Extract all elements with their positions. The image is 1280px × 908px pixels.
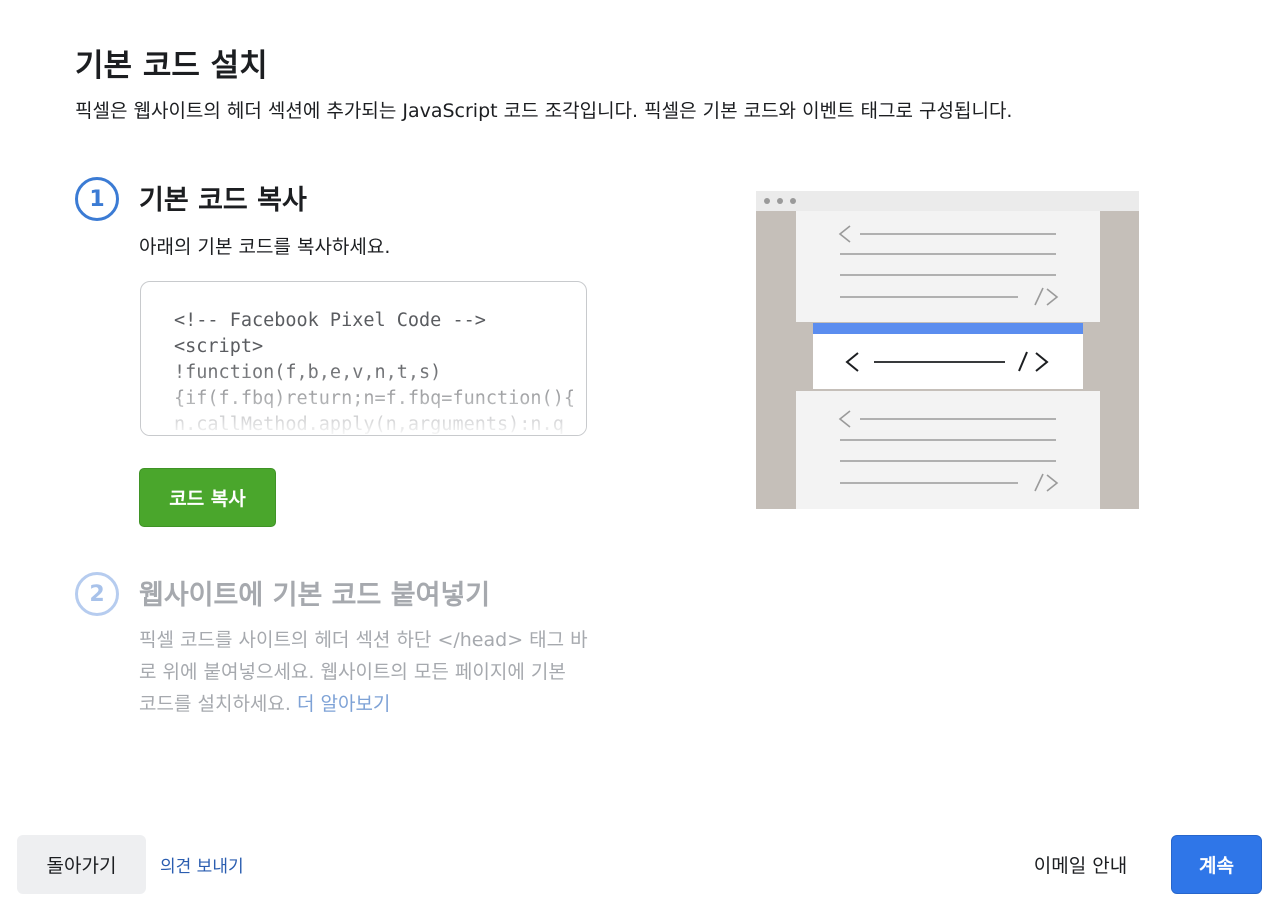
browser-toolbar [756,191,1139,211]
page-section-bottom [796,391,1100,509]
step2-title: 웹사이트에 기본 코드 붙여넣기 [139,580,491,611]
code-line: n.callMethod.apply(n,arguments):n.q [174,414,564,435]
copy-code-button[interactable]: 코드 복사 [139,468,276,527]
browser-dot-icon [790,198,796,204]
code-line: {if(f.fbq)return;n=f.fbq=function(){ [174,388,575,409]
step1-description: 아래의 기본 코드를 복사하세요. [139,236,391,258]
code-line: !function(f,b,e,v,n,t,s) [174,362,442,383]
email-instructions-button[interactable]: 이메일 안내 [1024,835,1137,894]
browser-dot-icon [777,198,783,204]
page-title: 기본 코드 설치 [75,48,268,84]
code-snippet-box[interactable]: <!-- Facebook Pixel Code --> <script> !f… [140,281,587,436]
continue-button[interactable]: 계속 [1171,835,1262,894]
step2-description: 픽셀 코드를 사이트의 헤더 섹션 하단 </head> 태그 바로 위에 붙여… [139,624,589,720]
page-description: 픽셀은 웹사이트의 헤더 섹션에 추가되는 JavaScript 코드 조각입니… [75,100,1013,122]
code-line: <!-- Facebook Pixel Code --> [174,310,486,331]
code-line: <script> [174,336,264,357]
page-section-top [796,211,1100,322]
highlight-bar [813,323,1083,334]
step1-number-badge: 1 [75,177,119,221]
learn-more-link[interactable]: 더 알아보기 [297,693,390,715]
browser-dot-icon [764,198,770,204]
website-code-illustration [756,191,1139,509]
back-button[interactable]: 돌아가기 [17,835,146,894]
feedback-link[interactable]: 의견 보내기 [160,852,244,877]
step1-title: 기본 코드 복사 [139,185,307,216]
step2-number-badge: 2 [75,572,119,616]
